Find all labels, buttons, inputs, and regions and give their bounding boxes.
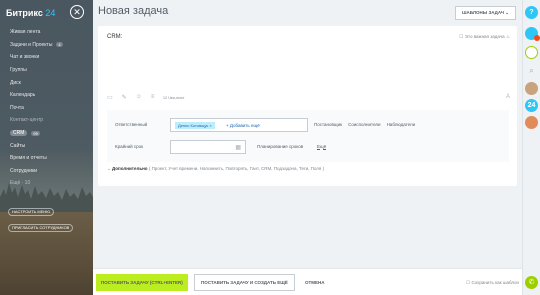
more-fields-link[interactable]: Ещё: [317, 144, 327, 150]
add-more-responsible-link[interactable]: + Добавить ещё: [226, 122, 260, 129]
attach-file-icon[interactable]: ▭: [107, 94, 113, 101]
configure-menu-button[interactable]: НАСТРОИТЬ МЕНЮ: [8, 208, 55, 216]
submit-and-create-button[interactable]: ПОСТАВИТЬ ЗАДАЧУ И СОЗДАТЬ ЕЩЁ: [194, 274, 295, 291]
responsible-user-tag[interactable]: Денис Котовщук ×: [175, 122, 215, 129]
sidebar-menu: Живая лента Задачи и Проекты 4 Чат и звон…: [10, 26, 80, 190]
coexecutors-link[interactable]: Соисполнители: [348, 122, 380, 127]
right-toolbar: ? ⌕ 24 ✆: [522, 0, 540, 295]
sidebar-item-feed[interactable]: Живая лента: [10, 26, 80, 39]
chevron-down-icon: ⌄: [505, 10, 509, 15]
main-area: Новая задача ШАБЛОНЫ ЗАДАЧ ⌄ CRM: ☐ Это …: [93, 0, 522, 295]
flame-icon: ♨: [505, 34, 510, 39]
important-checkbox-icon: ☐: [459, 34, 464, 39]
responsible-label: Ответственный: [115, 122, 148, 127]
sidebar-item-time[interactable]: Время и отчеты: [10, 152, 80, 165]
bitrix24-icon[interactable]: 24: [525, 99, 538, 112]
help-icon[interactable]: ?: [525, 6, 538, 19]
creator-link[interactable]: Постановщик: [314, 122, 342, 127]
deadline-input[interactable]: ▦: [170, 140, 246, 154]
search-icon[interactable]: ⌕: [525, 64, 538, 77]
planning-link[interactable]: Планирование сроков: [257, 144, 303, 149]
task-templates-button[interactable]: ШАБЛОНЫ ЗАДАЧ ⌄: [454, 6, 516, 20]
phone-icon[interactable]: ✆: [525, 276, 538, 289]
tasks-count-badge: 4: [56, 42, 63, 48]
footer-bar: ПОСТАВИТЬ ЗАДАЧУ (CTRL+ENTER) ПОСТАВИТЬ …: [93, 268, 522, 295]
notification-dot: [534, 35, 540, 41]
text-format-icon[interactable]: A: [506, 94, 510, 100]
invite-employees-button[interactable]: ПРИГЛАСИТЬ СОТРУДНИКОВ: [8, 224, 74, 232]
role-links: Постановщик Соисполнители Наблюдатели: [314, 122, 415, 127]
sidebar-item-disk[interactable]: Диск: [10, 76, 80, 89]
sidebar-item-employees[interactable]: Сотрудники: [10, 165, 80, 178]
submit-task-button[interactable]: ПОСТАВИТЬ ЗАДАЧУ (CTRL+ENTER): [96, 274, 188, 291]
save-as-template-toggle[interactable]: ☐ Сохранить как шаблон: [466, 280, 519, 286]
sidebar-item-crm[interactable]: CRM 99: [10, 127, 80, 140]
responsible-selector[interactable]: Денис Котовщук × + Добавить ещё: [170, 118, 308, 132]
mention-icon[interactable]: ☺: [136, 94, 142, 100]
checkbox-icon: ☐: [466, 280, 471, 285]
additional-section[interactable]: ⌄ Дополнительно ( Проект, Учет времени, …: [107, 166, 324, 172]
notifications-icon[interactable]: [525, 27, 540, 41]
sidebar-item-more[interactable]: Ещё · 10: [10, 177, 80, 190]
task-form-card: CRM: ☐ Это важная задача ♨ ▭ ✎ ☺ ≡ ☑ Чек…: [98, 26, 517, 186]
additional-items: ( Проект, Учет времени, Напомнить, Повто…: [148, 166, 325, 171]
remove-tag-icon[interactable]: ×: [209, 123, 211, 128]
sidebar-item-chat[interactable]: Чат и звонки: [10, 51, 80, 64]
sidebar-item-groups[interactable]: Группы: [10, 64, 80, 77]
checklist-icon: ☑: [163, 94, 167, 100]
left-sidebar: Битрикс 24 ✕ Живая лента Задачи и Проект…: [0, 0, 93, 295]
link-icon[interactable]: ✎: [122, 94, 127, 101]
sidebar-item-mail[interactable]: Почта: [10, 102, 80, 115]
task-fields-block: Ответственный Денис Котовщук × + Добавит…: [107, 110, 509, 162]
sidebar-item-calendar[interactable]: Календарь: [10, 89, 80, 102]
time-tracker-icon[interactable]: [525, 46, 538, 59]
observers-link[interactable]: Наблюдатели: [387, 122, 416, 127]
calendar-icon[interactable]: ▦: [235, 144, 241, 151]
page-title: Новая задача: [98, 5, 169, 17]
sidebar-item-tasks[interactable]: Задачи и Проекты 4: [10, 39, 80, 52]
task-title-input[interactable]: CRM:: [107, 34, 122, 40]
editor-toolbar: ▭ ✎ ☺ ≡ ☑ Чек-лист A: [107, 92, 510, 102]
sidebar-item-sites[interactable]: Сайты: [10, 139, 80, 152]
cancel-button[interactable]: ОТМЕНА: [305, 274, 325, 291]
chevron-down-icon: ⌄: [107, 166, 111, 171]
avatar[interactable]: [525, 116, 538, 129]
bitrix-logo[interactable]: Битрикс 24: [6, 8, 55, 18]
sidebar-item-contact-center[interactable]: Контакт-центр: [10, 114, 80, 127]
crm-count-badge: 99: [31, 130, 40, 136]
important-task-toggle[interactable]: ☐ Это важная задача ♨: [459, 34, 510, 40]
quote-icon[interactable]: ≡: [151, 94, 155, 100]
close-icon[interactable]: ✕: [70, 5, 84, 19]
deadline-label: Крайний срок: [115, 144, 144, 149]
avatar[interactable]: [525, 82, 538, 95]
checklist-button[interactable]: ☑ Чек-лист: [163, 95, 184, 100]
